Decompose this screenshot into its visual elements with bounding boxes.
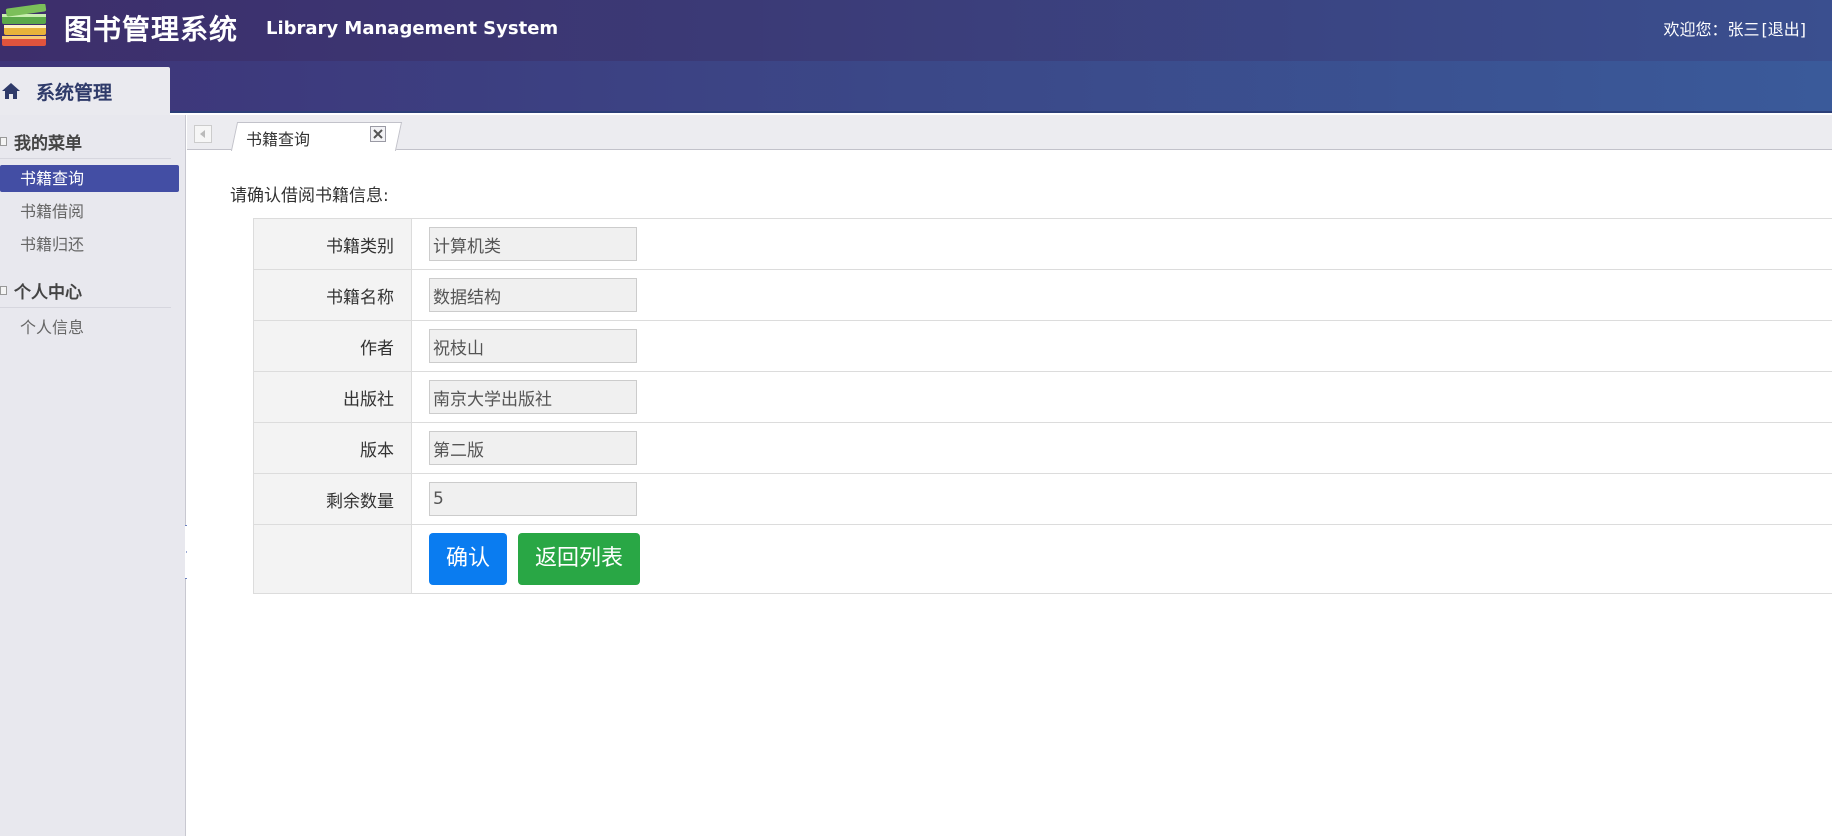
empty-label-cell: [253, 524, 412, 594]
home-icon: [2, 83, 20, 99]
sidebar-item-book-search[interactable]: 书籍查询: [0, 165, 179, 192]
confirm-heading: 请确认借阅书籍信息:: [230, 186, 389, 206]
confirm-button[interactable]: 确认: [429, 533, 508, 585]
welcome-area: 欢迎您：张三 [退出]: [1663, 16, 1806, 40]
logout-link[interactable]: [退出]: [1762, 16, 1807, 40]
field-label: 版本: [253, 422, 412, 474]
nav-bar: 系统管理: [0, 61, 1832, 115]
book-info-table: 书籍类别 书籍名称 作者 出版社 版本 剩余数量 确认返回列表: [253, 218, 1832, 594]
books-logo-icon: [2, 4, 47, 46]
menu-group-label: 我的菜单: [14, 134, 82, 154]
menu-list-my-menu: 书籍查询 书籍借阅 书籍归还: [0, 165, 185, 264]
table-row: 书籍类别: [253, 218, 1832, 270]
collapse-box-icon: [0, 137, 7, 146]
book-name-field[interactable]: [429, 278, 637, 312]
main-content: 请确认借阅书籍信息: 书籍类别 书籍名称 作者 出版社 版本 剩余数量: [187, 151, 1832, 836]
nav-tab-label: 系统管理: [36, 81, 113, 104]
edition-field[interactable]: [429, 431, 637, 465]
table-row: 书籍名称: [253, 269, 1832, 321]
menu-group-personal-center[interactable]: 个人中心: [0, 274, 171, 308]
menu-group-my-menu[interactable]: 我的菜单: [0, 125, 171, 159]
close-icon: [373, 129, 383, 139]
table-row: 出版社: [253, 371, 1832, 423]
table-row: 剩余数量: [253, 473, 1832, 525]
sidebar-item-book-borrow[interactable]: 书籍借阅: [0, 198, 179, 225]
app-title: 图书管理系统: [64, 13, 239, 46]
nav-tab-system-management[interactable]: 系统管理: [0, 67, 170, 115]
sidebar-item-book-return[interactable]: 书籍归还: [0, 231, 179, 258]
field-label: 剩余数量: [253, 473, 412, 525]
field-label: 作者: [253, 320, 412, 372]
table-row: 作者: [253, 320, 1832, 372]
field-label: 出版社: [253, 371, 412, 423]
arrow-left-icon: [200, 130, 205, 138]
remaining-quantity-field[interactable]: [429, 482, 637, 516]
welcome-text: 欢迎您：张三: [1663, 20, 1760, 39]
app-subtitle: Library Management System: [266, 18, 559, 39]
tab-label: 书籍查询: [246, 130, 311, 149]
back-to-list-button[interactable]: 返回列表: [518, 533, 641, 585]
publisher-field[interactable]: [429, 380, 637, 414]
menu-list-personal-center: 个人信息: [0, 314, 185, 347]
menu-group-label: 个人中心: [14, 283, 82, 303]
sidebar: 我的菜单 书籍查询 书籍借阅 书籍归还 个人中心 个人信息: [0, 115, 186, 836]
tab-close-button[interactable]: [370, 126, 386, 142]
collapse-box-icon: [0, 286, 7, 295]
actions-row: 确认 返回列表: [253, 524, 1832, 594]
top-header: 图书管理系统 Library Management System 欢迎您：张三 …: [0, 0, 1832, 61]
author-field[interactable]: [429, 329, 637, 363]
field-label: 书籍名称: [253, 269, 412, 321]
table-row: 版本: [253, 422, 1832, 474]
tab-strip: 书籍查询: [187, 115, 1832, 151]
book-category-field[interactable]: [429, 227, 637, 261]
tab-scroll-left-button[interactable]: [194, 125, 212, 143]
field-label: 书籍类别: [253, 218, 412, 270]
sidebar-item-personal-info[interactable]: 个人信息: [0, 314, 179, 341]
